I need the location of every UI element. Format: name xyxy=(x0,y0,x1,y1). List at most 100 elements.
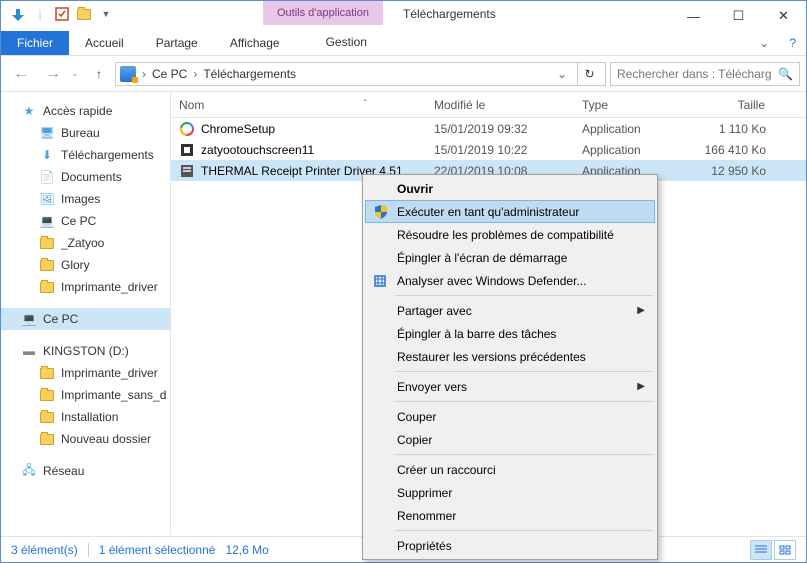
sidebar-drive[interactable]: ▬KINGSTON (D:) xyxy=(1,340,170,362)
sidebar-item[interactable]: Imprimante_driver xyxy=(1,362,170,384)
breadcrumb-cepc[interactable]: Ce PC xyxy=(152,67,187,81)
sidebar-item-zatyoo[interactable]: _Zatyoo xyxy=(1,232,170,254)
sidebar-quick-access[interactable]: ★ Accès rapide xyxy=(1,100,170,122)
ctx-copy[interactable]: Copier xyxy=(365,428,655,451)
sidebar-item-desktop[interactable]: 🖥Bureau xyxy=(1,122,170,144)
folder-icon xyxy=(39,279,55,295)
help-icon[interactable]: ? xyxy=(779,32,806,54)
column-name[interactable]: Nomˆ xyxy=(171,92,426,117)
contextual-tab-header: Outils d'application xyxy=(263,1,383,25)
ctx-defender[interactable]: Analyser avec Windows Defender... xyxy=(365,269,655,292)
ctx-run-as-admin[interactable]: Exécuter en tant qu'administrateur xyxy=(365,200,655,223)
status-size: 12,6 Mo xyxy=(225,543,268,557)
app-icon xyxy=(179,142,195,158)
ribbon-tab-manage[interactable]: Gestion xyxy=(310,31,383,55)
desktop-icon: 🖥 xyxy=(39,125,55,141)
close-button[interactable]: ✕ xyxy=(761,1,806,31)
breadcrumb-sep[interactable]: › xyxy=(142,67,146,81)
app-icon xyxy=(9,5,27,23)
ctx-share[interactable]: Partager avec▶ xyxy=(365,299,655,322)
address-bar[interactable]: › Ce PC › Téléchargements ⌄ ↻ xyxy=(115,62,606,86)
sidebar-item[interactable]: Imprimante_sans_d xyxy=(1,384,170,406)
ctx-shortcut[interactable]: Créer un raccourci xyxy=(365,458,655,481)
search-input[interactable] xyxy=(617,67,772,81)
ctx-restore[interactable]: Restaurer les versions précédentes xyxy=(365,345,655,368)
column-headers: Nomˆ Modifié le Type Taille xyxy=(171,92,806,118)
shield-icon xyxy=(372,203,390,221)
ctx-pin-taskbar[interactable]: Épingler à la barre des tâches xyxy=(365,322,655,345)
navigation-pane: ★ Accès rapide 🖥Bureau ⬇Téléchargements … xyxy=(1,92,171,535)
file-row[interactable]: ChromeSetup 15/01/2019 09:32 Application… xyxy=(171,118,806,139)
ctx-delete[interactable]: Supprimer xyxy=(365,481,655,504)
separator xyxy=(88,543,89,557)
separator xyxy=(395,401,653,402)
folder-icon xyxy=(39,387,55,403)
sidebar-item-images[interactable]: 🖼Images xyxy=(1,188,170,210)
maximize-button[interactable]: ☐ xyxy=(716,1,761,31)
breadcrumb-sep[interactable]: › xyxy=(193,67,197,81)
column-type[interactable]: Type xyxy=(574,92,674,117)
sidebar-item-driver[interactable]: Imprimante_driver xyxy=(1,276,170,298)
sort-indicator-icon: ˆ xyxy=(364,99,417,110)
column-date[interactable]: Modifié le xyxy=(426,92,574,117)
ctx-send-to[interactable]: Envoyer vers▶ xyxy=(365,375,655,398)
sidebar-ce-pc[interactable]: 💻Ce PC xyxy=(1,308,170,330)
folder-icon xyxy=(39,409,55,425)
separator xyxy=(395,530,653,531)
pc-icon: 💻 xyxy=(21,311,37,327)
separator xyxy=(395,454,653,455)
sidebar-item-cepc[interactable]: 💻Ce PC xyxy=(1,210,170,232)
refresh-button[interactable]: ↻ xyxy=(577,63,601,85)
ctx-compat[interactable]: Résoudre les problèmes de compatibilité xyxy=(365,223,655,246)
images-icon: 🖼 xyxy=(39,191,55,207)
sidebar-item-downloads[interactable]: ⬇Téléchargements xyxy=(1,144,170,166)
star-icon: ★ xyxy=(21,103,37,119)
ribbon-collapse-icon[interactable]: ⌄ xyxy=(749,32,779,54)
sidebar-item[interactable]: Installation xyxy=(1,406,170,428)
status-count: 3 élément(s) xyxy=(11,543,78,557)
new-folder-icon[interactable] xyxy=(75,5,93,23)
qat-dropdown-icon[interactable]: ▼ xyxy=(97,5,115,23)
view-large-icons-button[interactable] xyxy=(774,540,796,560)
ctx-cut[interactable]: Couper xyxy=(365,405,655,428)
status-selection: 1 élément sélectionné xyxy=(99,543,216,557)
column-size[interactable]: Taille xyxy=(674,92,774,117)
folder-icon xyxy=(39,257,55,273)
file-row[interactable]: zatyootouchscreen11 15/01/2019 10:22 App… xyxy=(171,139,806,160)
nav-forward-button[interactable]: → xyxy=(39,60,67,88)
view-details-button[interactable] xyxy=(750,540,772,560)
drive-icon: ▬ xyxy=(21,343,37,359)
divider-icon: | xyxy=(31,5,49,23)
sidebar-item-glory[interactable]: Glory xyxy=(1,254,170,276)
search-box[interactable]: 🔍 xyxy=(610,62,800,86)
ribbon-file-tab[interactable]: Fichier xyxy=(1,31,69,55)
app-icon xyxy=(179,121,195,137)
ctx-open[interactable]: Ouvrir xyxy=(365,177,655,200)
app-icon xyxy=(179,163,195,179)
network-icon: 🖧 xyxy=(21,463,37,479)
nav-up-button[interactable]: ↑ xyxy=(87,67,111,81)
ribbon-tab-share[interactable]: Partage xyxy=(140,31,214,55)
folder-icon xyxy=(39,431,55,447)
quick-access-toolbar: | ▼ xyxy=(1,1,123,27)
documents-icon: 📄 xyxy=(39,169,55,185)
sidebar-network[interactable]: 🖧Réseau xyxy=(1,460,170,482)
ctx-pin-start[interactable]: Épingler à l'écran de démarrage xyxy=(365,246,655,269)
window-title: Téléchargements xyxy=(383,1,671,27)
minimize-button[interactable]: — xyxy=(671,1,716,31)
sidebar-item[interactable]: Nouveau dossier xyxy=(1,428,170,450)
ctx-properties[interactable]: Propriétés xyxy=(365,534,655,557)
properties-icon[interactable] xyxy=(53,5,71,23)
nav-history-dropdown[interactable]: ⌄ xyxy=(71,68,83,79)
ribbon-tab-view[interactable]: Affichage xyxy=(214,31,296,55)
location-icon xyxy=(120,66,136,82)
breadcrumb-downloads[interactable]: Téléchargements xyxy=(203,67,296,81)
search-icon[interactable]: 🔍 xyxy=(778,67,793,81)
submenu-arrow-icon: ▶ xyxy=(637,305,645,316)
address-dropdown-icon[interactable]: ⌄ xyxy=(553,67,571,81)
ctx-rename[interactable]: Renommer xyxy=(365,504,655,527)
nav-back-button[interactable]: ← xyxy=(7,60,35,88)
ribbon-tab-home[interactable]: Accueil xyxy=(69,31,140,55)
separator xyxy=(395,371,653,372)
sidebar-item-documents[interactable]: 📄Documents xyxy=(1,166,170,188)
